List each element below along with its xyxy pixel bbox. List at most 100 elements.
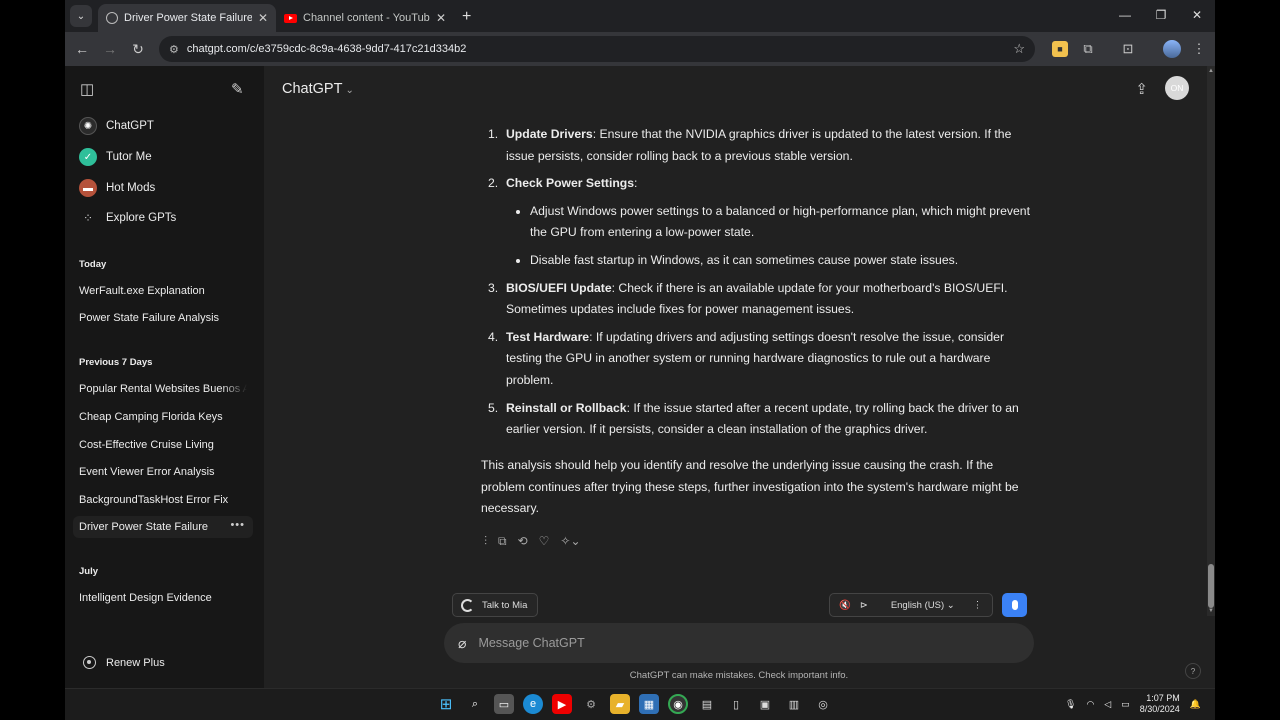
- bookmark-star-icon[interactable]: ☆: [1013, 41, 1025, 57]
- chatgpt-favicon-icon: [106, 12, 118, 24]
- paperclip-icon[interactable]: ⌀: [458, 635, 466, 652]
- tab-title: Driver Power State Failure: [124, 12, 252, 24]
- back-arrow-icon[interactable]: ←: [68, 41, 96, 57]
- extension-icon[interactable]: ■: [1052, 41, 1068, 57]
- help-button[interactable]: ?: [1185, 663, 1201, 679]
- chat-main: ChatGPT ⌄ ⇪ ON ▲ ▼ 1. Update Drivers: Ens…: [264, 66, 1215, 688]
- notepad-icon[interactable]: ▯: [726, 694, 746, 714]
- thumbs-down-icon[interactable]: ♡: [539, 534, 550, 549]
- renew-icon: [83, 656, 96, 669]
- site-info-icon[interactable]: ⚙: [169, 43, 179, 56]
- system-tray: 🎙 ◠ ◁ ▭ 1:07 PM 8/30/2024 🔔: [1065, 693, 1201, 715]
- scroll-down-icon[interactable]: ▼: [1207, 608, 1215, 614]
- new-chat-icon[interactable]: ✎: [231, 80, 244, 98]
- renew-plus-button[interactable]: Renew Plus: [83, 656, 165, 669]
- history-item[interactable]: Event Viewer Error Analysis: [79, 466, 247, 478]
- wifi-icon[interactable]: ◠: [1086, 699, 1094, 710]
- app-icon[interactable]: ▣: [755, 694, 775, 714]
- chrome-menu-icon[interactable]: ⋮: [1191, 41, 1207, 57]
- address-bar[interactable]: ⚙ chatgpt.com/c/e3759cdc-8c9a-4638-9dd7-…: [159, 36, 1035, 62]
- assistant-message: 1. Update Drivers: Ensure that the NVIDI…: [481, 124, 1036, 447]
- chrome-profile-avatar[interactable]: [1163, 40, 1181, 58]
- history-item[interactable]: Cost-Effective Cruise Living: [79, 439, 247, 451]
- scrollbar-thumb[interactable]: [1208, 564, 1214, 608]
- message-input[interactable]: Message ChatGPT: [478, 636, 584, 650]
- file-explorer-icon[interactable]: ▰: [610, 694, 630, 714]
- model-selector[interactable]: ChatGPT ⌄: [282, 81, 354, 97]
- tab-driver-power-state[interactable]: Driver Power State Failure ✕: [98, 4, 276, 32]
- copy-icon[interactable]: ⧉: [498, 534, 507, 549]
- tab-youtube-studio[interactable]: Channel content - YouTube Studio ✕: [276, 4, 454, 32]
- puzzle-extensions-icon[interactable]: ⧉: [1080, 41, 1096, 57]
- url-text: chatgpt.com/c/e3759cdc-8c9a-4638-9dd7-41…: [186, 43, 467, 55]
- sparkle-model-icon[interactable]: ✧⌄: [560, 534, 580, 549]
- microphone-button[interactable]: [1002, 593, 1027, 617]
- sidebar-item-hot-mods[interactable]: ▬ Hot Mods: [79, 174, 155, 202]
- cast-icon[interactable]: ⊡: [1120, 41, 1136, 57]
- maximize-button[interactable]: ❐: [1143, 0, 1179, 30]
- clock[interactable]: 1:07 PM 8/30/2024: [1140, 693, 1180, 715]
- history-item[interactable]: Cheap Camping Florida Keys: [79, 411, 247, 423]
- history-item-active[interactable]: Driver Power State Failure •••: [73, 516, 253, 538]
- avatar[interactable]: ON: [1165, 76, 1189, 100]
- talk-to-mia-button[interactable]: Talk to Mia: [452, 593, 538, 617]
- history-item[interactable]: Popular Rental Websites Buenos Aires: [79, 383, 247, 395]
- notification-bell-icon[interactable]: 🔔: [1190, 699, 1201, 710]
- voice-more-icon[interactable]: ⋮: [973, 600, 983, 611]
- language-select[interactable]: English (US) ⌄: [882, 600, 955, 611]
- list-item: 5. Reinstall or Rollback: If the issue s…: [481, 398, 1036, 441]
- windows-start-icon[interactable]: ⊞: [436, 694, 456, 714]
- battery-icon[interactable]: ▭: [1121, 699, 1130, 710]
- forward-arrow-icon[interactable]: →: [96, 41, 124, 57]
- step-title: Update Drivers: [506, 127, 593, 141]
- store-icon[interactable]: ▦: [639, 694, 659, 714]
- youtube-app-icon[interactable]: ▶: [552, 694, 572, 714]
- settings-gear-icon[interactable]: ⚙: [581, 694, 601, 714]
- steam-icon[interactable]: ◎: [813, 694, 833, 714]
- app-icon[interactable]: ▥: [784, 694, 804, 714]
- scrollbar[interactable]: ▲ ▼: [1207, 66, 1215, 616]
- taskbar-apps: ⊞ ⌕ ▭ e ▶ ⚙ ▰ ▦ ◉ ▤ ▯ ▣ ▥ ◎: [436, 694, 833, 714]
- regenerate-icon[interactable]: ⟲: [518, 534, 528, 549]
- toggle-sidebar-icon[interactable]: ◫: [80, 80, 94, 98]
- edge-icon[interactable]: e: [523, 694, 543, 714]
- reload-icon[interactable]: ↻: [124, 41, 152, 58]
- share-icon[interactable]: ⇪: [1135, 80, 1148, 98]
- close-window-button[interactable]: ✕: [1179, 0, 1215, 30]
- history-item[interactable]: Intelligent Design Evidence: [79, 592, 247, 604]
- browser-tab-bar: ⌄ Driver Power State Failure ✕ Channel c…: [65, 0, 1215, 32]
- history-item[interactable]: BackgroundTaskHost Error Fix: [79, 494, 247, 506]
- sidebar-item-explore-gpts[interactable]: ⁘ Explore GPTs: [79, 204, 176, 232]
- youtube-favicon-icon: [284, 13, 297, 23]
- mute-speaker-icon[interactable]: 🔇: [839, 600, 851, 611]
- skip-icon[interactable]: ⊳: [860, 600, 868, 611]
- task-view-icon[interactable]: ▭: [494, 694, 514, 714]
- tab-close-icon[interactable]: ✕: [436, 11, 446, 25]
- minimize-button[interactable]: —: [1107, 0, 1143, 30]
- volume-icon[interactable]: ◁: [1104, 699, 1111, 710]
- windows-taskbar: ⊞ ⌕ ▭ e ▶ ⚙ ▰ ▦ ◉ ▤ ▯ ▣ ▥ ◎ 🎙 ◠ ◁ ▭ 1:07…: [65, 688, 1215, 720]
- new-tab-button[interactable]: +: [462, 8, 471, 26]
- tab-close-icon[interactable]: ✕: [258, 11, 268, 25]
- loading-spinner-icon: [461, 598, 474, 612]
- sidebar-item-chatgpt[interactable]: ✺ ChatGPT: [79, 112, 154, 140]
- scroll-up-icon[interactable]: ▲: [1207, 68, 1215, 74]
- terminal-icon[interactable]: ▤: [697, 694, 717, 714]
- section-today: Today: [79, 259, 107, 270]
- step-title: Test Hardware: [506, 329, 590, 344]
- sidebar-item-label: Tutor Me: [106, 151, 152, 163]
- chrome-icon[interactable]: ◉: [668, 694, 688, 714]
- history-item[interactable]: WerFault.exe Explanation: [79, 285, 247, 297]
- summary-paragraph: This analysis should help you identify a…: [481, 458, 1019, 516]
- sidebar-item-tutor-me[interactable]: ✓ Tutor Me: [79, 143, 152, 171]
- more-options-icon[interactable]: •••: [230, 519, 245, 531]
- microphone-tray-icon[interactable]: 🎙: [1065, 699, 1076, 710]
- microphone-icon: [1011, 600, 1018, 610]
- read-aloud-icon[interactable]: ⫶: [484, 534, 487, 549]
- tab-search-button[interactable]: ⌄: [70, 5, 92, 27]
- message-composer[interactable]: ⌀ Message ChatGPT: [444, 623, 1034, 663]
- voice-controls: 🔇 ⊳ English (US) ⌄ ⋮: [829, 593, 993, 617]
- history-item[interactable]: Power State Failure Analysis: [79, 312, 247, 324]
- letterbox-left: [0, 0, 65, 720]
- search-icon[interactable]: ⌕: [465, 694, 485, 714]
